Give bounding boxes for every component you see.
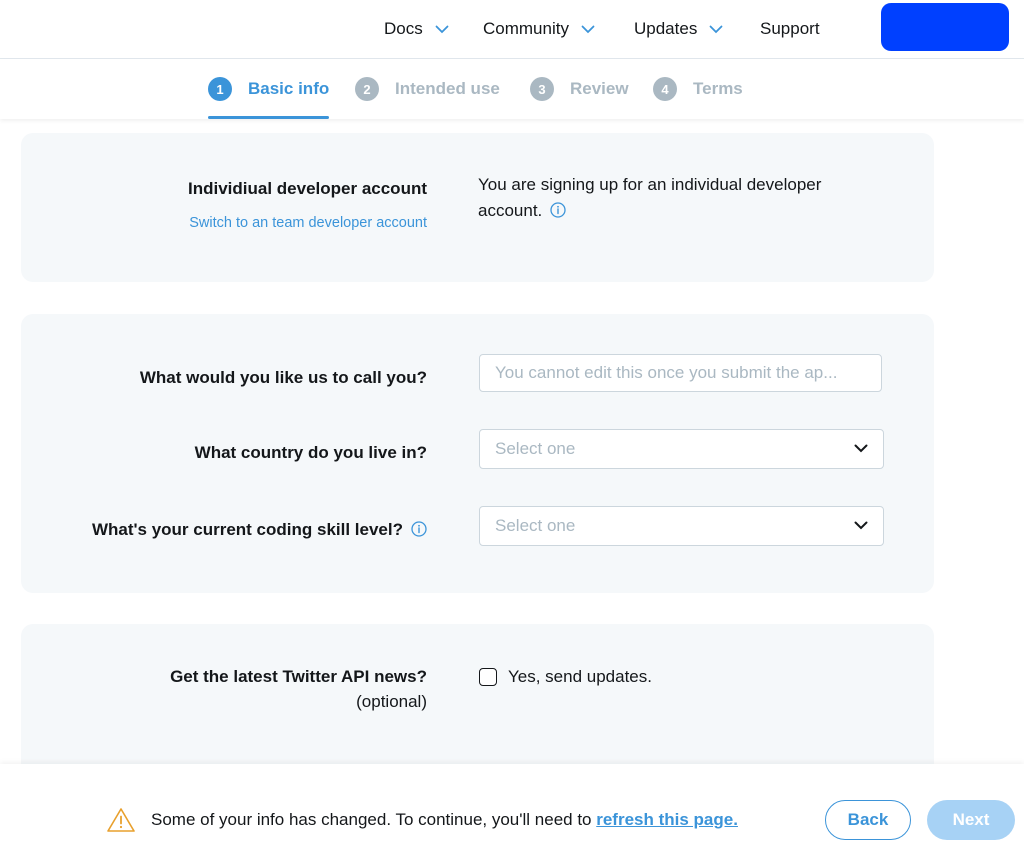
back-button[interactable]: Back (825, 800, 911, 840)
cta-button[interactable] (881, 3, 1009, 51)
news-checkbox-row[interactable]: Yes, send updates. (479, 667, 652, 687)
skill-label: What's your current coding skill level? (91, 520, 403, 539)
nav-support[interactable]: Support (760, 0, 820, 58)
account-type-card: Individiual developer account Switch to … (21, 133, 934, 282)
chevron-down-icon (854, 517, 868, 535)
country-select-value: Select one (495, 439, 576, 458)
skill-label-row: What's your current coding skill level? (92, 520, 427, 540)
chevron-down-icon (854, 440, 868, 458)
account-description-text: You are signing up for an individual dev… (478, 175, 822, 220)
warning-text: Some of your info has changed. To contin… (151, 810, 597, 829)
step-number: 1 (208, 77, 232, 101)
step-terms[interactable]: 4 Terms (653, 59, 743, 119)
name-input[interactable] (479, 354, 882, 392)
info-icon[interactable] (550, 202, 566, 218)
progress-stepper: 1 Basic info 2 Intended use 3 Review 4 T… (0, 59, 1024, 119)
nav-updates[interactable]: Updates (634, 0, 723, 58)
step-number: 3 (530, 77, 554, 101)
chevron-down-icon (709, 25, 723, 34)
step-label: Review (570, 79, 629, 98)
next-button[interactable]: Next (927, 800, 1015, 840)
step-label: Basic info (248, 79, 330, 98)
top-nav: Docs Community Updates Support (0, 0, 1024, 59)
newsletter-card: Get the latest Twitter API news? (option… (21, 624, 934, 764)
account-type-title: Individiual developer account (188, 179, 427, 198)
step-basic-info[interactable]: 1 Basic info (208, 59, 330, 119)
country-select[interactable]: Select one (479, 429, 884, 469)
news-checkbox[interactable] (479, 668, 497, 686)
basic-details-card: What would you like us to call you? What… (21, 314, 934, 593)
news-checkbox-label: Yes, send updates. (508, 667, 652, 686)
switch-account-link[interactable]: Switch to an team developer account (189, 215, 427, 231)
step-label: Intended use (395, 79, 500, 98)
nav-community[interactable]: Community (483, 0, 595, 58)
chevron-down-icon (581, 25, 595, 34)
nav-docs[interactable]: Docs (384, 0, 449, 58)
step-intended-use[interactable]: 2 Intended use (355, 59, 500, 119)
news-label: Get the latest Twitter API news? (170, 667, 427, 686)
warning-icon (106, 807, 136, 838)
nav-docs-label: Docs (384, 19, 423, 38)
skill-select[interactable]: Select one (479, 506, 884, 546)
nav-support-label: Support (760, 19, 820, 38)
step-number: 4 (653, 77, 677, 101)
optional-label: (optional) (356, 692, 427, 711)
form-content: Individiual developer account Switch to … (0, 119, 1024, 764)
info-icon[interactable] (411, 521, 427, 537)
step-label: Terms (693, 79, 743, 98)
nav-updates-label: Updates (634, 19, 698, 38)
warning-message: Some of your info has changed. To contin… (151, 810, 738, 830)
chevron-down-icon (435, 25, 449, 34)
step-review[interactable]: 3 Review (530, 59, 629, 119)
name-label: What would you like us to call you? (139, 368, 427, 387)
refresh-page-link[interactable]: refresh this page. (596, 810, 738, 829)
country-label: What country do you live in? (194, 443, 427, 462)
nav-community-label: Community (483, 19, 569, 38)
account-description: You are signing up for an individual dev… (478, 172, 878, 224)
skill-select-value: Select one (495, 516, 576, 535)
step-number: 2 (355, 77, 379, 101)
footer-bar: Some of your info has changed. To contin… (0, 764, 1024, 854)
